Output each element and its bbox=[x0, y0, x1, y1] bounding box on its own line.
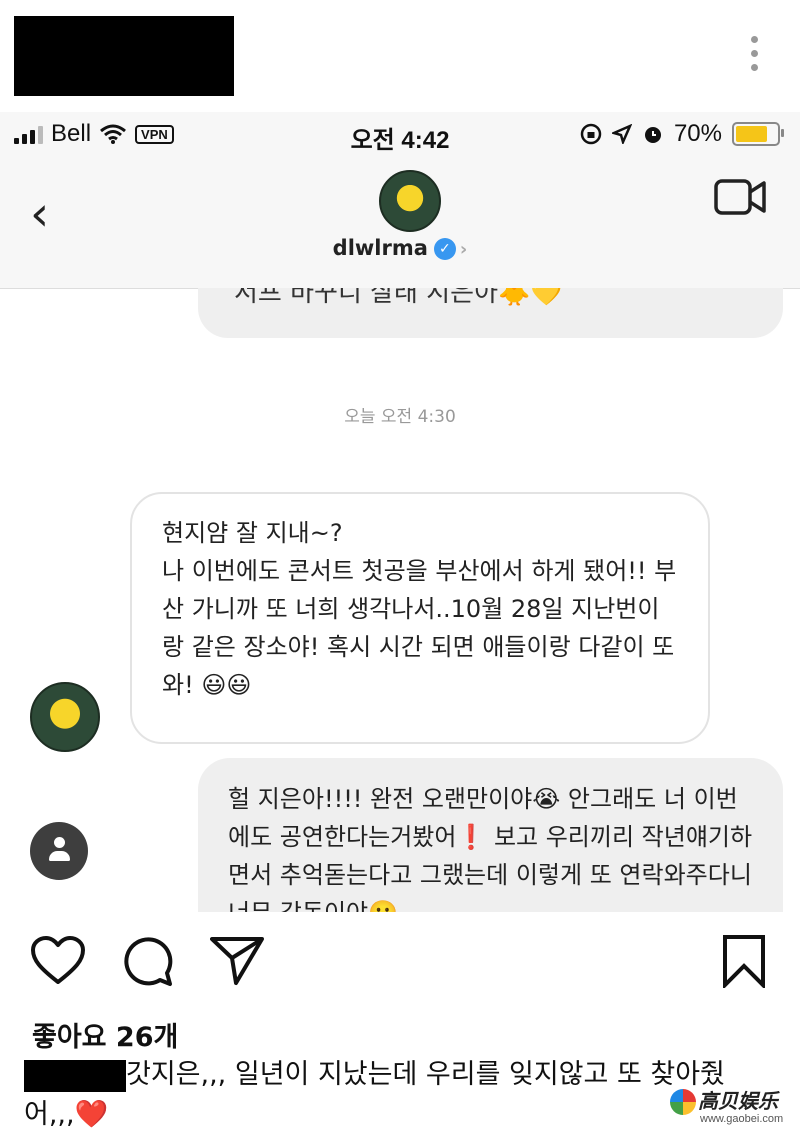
back-chevron-icon[interactable]: ‹ bbox=[30, 186, 49, 242]
redacted-username bbox=[14, 16, 234, 96]
more-options-icon[interactable] bbox=[748, 36, 760, 76]
watermark: 高贝娱乐 www.gaobei.com bbox=[670, 1085, 790, 1131]
likes-count[interactable]: 좋아요 26개 bbox=[32, 1015, 178, 1054]
watermark-logo-icon bbox=[670, 1089, 696, 1115]
location-icon bbox=[611, 124, 632, 144]
sender-avatar[interactable] bbox=[30, 682, 100, 752]
previous-message-text: 서프 바꾸디 살래 시은아🐥💛 bbox=[234, 288, 563, 308]
post-header bbox=[0, 0, 800, 112]
message-timestamp: 오늘 오전 4:30 bbox=[344, 407, 456, 427]
like-heart-icon[interactable] bbox=[30, 936, 86, 986]
incoming-message-bubble[interactable]: 현지얌 잘 지내~? 나 이번에도 콘서트 첫공을 부산에서 하게 됐어!! 부… bbox=[130, 492, 710, 744]
dm-screenshot: Bell VPN 오전 4:42 70% ‹ dlwlrma ✓ › 서프 바꾸… bbox=[0, 112, 800, 912]
rotation-lock-icon bbox=[580, 123, 602, 145]
contact-username: dlwlrma bbox=[332, 236, 428, 260]
redacted-caption-username bbox=[24, 1059, 126, 1092]
caption-text: 갓지은,,, 일년이 지났는데 우리를 잊지않고 또 찾아줬어,,,❤️ bbox=[24, 1059, 725, 1130]
alarm-icon bbox=[644, 127, 661, 143]
outgoing-message-bubble[interactable]: 헐 지은아!!!! 완전 오랜만이야😭 안그래도 너 이번에도 공연한다는거봤어… bbox=[198, 758, 783, 912]
previous-message-bubble: 서프 바꾸디 살래 시은아🐥💛 bbox=[198, 288, 783, 338]
user-avatar-icon[interactable] bbox=[30, 822, 88, 880]
post-action-bar bbox=[0, 912, 800, 1012]
share-paper-plane-icon[interactable] bbox=[210, 936, 264, 986]
incoming-message-line: 현지얌 잘 지내~? bbox=[162, 519, 343, 547]
outgoing-message-text: 헐 지은아!!!! 완전 오랜만이야😭 안그래도 너 이번에도 공연한다는거봤어… bbox=[228, 785, 753, 912]
comment-icon[interactable] bbox=[122, 936, 174, 988]
verified-badge-icon: ✓ bbox=[433, 238, 456, 260]
contact-name-row[interactable]: dlwlrma ✓ › bbox=[0, 236, 800, 260]
battery-percent: 70% bbox=[673, 120, 722, 147]
incoming-message-line: 나 이번에도 콘서트 첫공을 부산에서 하게 됐어!! 부산 가니까 또 너희 … bbox=[162, 557, 677, 699]
chevron-right-icon: › bbox=[459, 239, 468, 260]
bookmark-icon[interactable] bbox=[722, 934, 766, 988]
contact-avatar[interactable] bbox=[379, 170, 441, 232]
battery-icon bbox=[732, 122, 784, 146]
watermark-name: 高贝娱乐 bbox=[698, 1089, 778, 1113]
post-caption: 갓지은,,, 일년이 지났는데 우리를 잊지않고 또 찾아줬어,,,❤️ bbox=[24, 1055, 764, 1135]
status-bar: Bell VPN 오전 4:42 70% bbox=[0, 112, 800, 158]
watermark-url: www.gaobei.com bbox=[700, 1113, 784, 1125]
chat-header: ‹ dlwlrma ✓ › bbox=[0, 158, 800, 289]
video-call-icon[interactable] bbox=[714, 178, 766, 216]
